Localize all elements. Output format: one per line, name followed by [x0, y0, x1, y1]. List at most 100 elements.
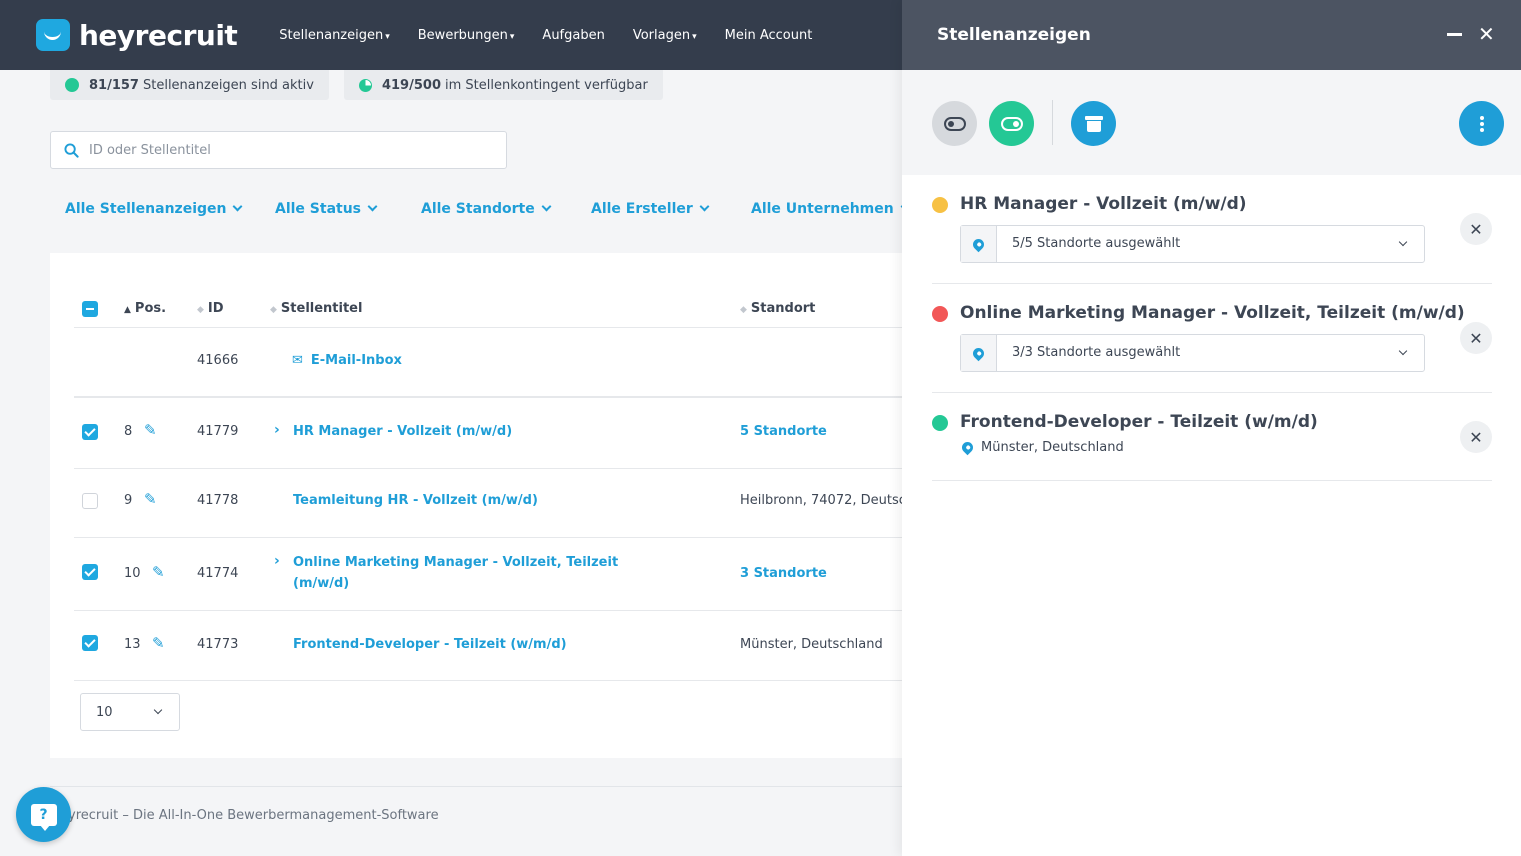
close-icon: ✕: [1469, 328, 1483, 348]
inbox-row: 41666 ✉ E-Mail-Inbox: [74, 328, 902, 398]
active-dot-icon: [65, 78, 79, 92]
map-pin-icon: [970, 345, 987, 361]
status-dot: [932, 197, 948, 213]
chevron-down-icon: [367, 201, 378, 212]
single-location: Münster, Deutschland: [959, 439, 1124, 456]
location-pin-box: [961, 335, 997, 371]
row-checkbox[interactable]: [82, 424, 98, 440]
nav-bewerbungen[interactable]: Bewerbungen ▾: [418, 28, 515, 43]
col-title[interactable]: ◆ Stellentitel: [270, 301, 362, 316]
page-size-select[interactable]: 10: [80, 693, 180, 731]
edit-pencil-icon[interactable]: ✎: [152, 634, 165, 652]
select-all-checkbox[interactable]: [82, 301, 98, 317]
chevron-down-icon: ▾: [692, 31, 697, 42]
selected-job-item: HR Manager - Vollzeit (m/w/d) 5/5 Stando…: [932, 175, 1492, 284]
row-checkbox[interactable]: [82, 635, 98, 651]
chevron-down-icon: [233, 201, 243, 212]
job-title-link-cont[interactable]: (m/w/d): [293, 576, 349, 591]
close-icon[interactable]: ✕: [1478, 24, 1495, 44]
row-checkbox[interactable]: [82, 493, 98, 509]
close-icon: ✕: [1469, 219, 1483, 239]
table-row[interactable]: 13 ✎ 41773 Frontend-Developer - Teilzeit…: [74, 611, 902, 681]
toggle-off-icon: [943, 116, 966, 131]
nav-mein-account[interactable]: Mein Account: [725, 28, 813, 43]
location-text: Heilbronn, 74072, Deutsc: [740, 493, 902, 508]
logo[interactable]: heyrecruit: [36, 19, 238, 52]
nav-vorlagen[interactable]: Vorlagen ▾: [633, 28, 697, 43]
top-navbar: heyrecruit Stellenanzeigen ▾ Bewerbungen ▾…: [0, 0, 902, 70]
locations-link[interactable]: 3 Standorte: [740, 566, 827, 581]
selected-job-item: Frontend-Developer - Teilzeit (w/m/d) Mü…: [932, 393, 1492, 481]
close-icon: ✕: [1469, 427, 1483, 447]
quota-stat: 419/500 im Stellenkontingent verfügbar: [343, 70, 663, 100]
stats-bar: 81/157 Stellenanzeigen sind aktiv 419/50…: [50, 70, 678, 100]
filter-standorte[interactable]: Alle Standorte: [421, 201, 591, 217]
toolbar-divider: [1052, 100, 1053, 145]
map-pin-icon: [970, 236, 987, 252]
filter-ersteller[interactable]: Alle Ersteller: [591, 201, 751, 217]
sort-icon: ◆: [270, 305, 277, 315]
sort-asc-icon: ▲: [124, 305, 131, 315]
active-jobs-stat: 81/157 Stellenanzeigen sind aktiv: [50, 70, 329, 100]
remove-item-button[interactable]: ✕: [1460, 322, 1492, 354]
minimize-icon[interactable]: [1447, 26, 1462, 41]
remove-item-button[interactable]: ✕: [1460, 421, 1492, 453]
chevron-down-icon: [153, 705, 163, 715]
row-checkbox[interactable]: [82, 564, 98, 580]
help-button[interactable]: ?: [16, 787, 71, 842]
selected-job-title: HR Manager - Vollzeit (m/w/d): [960, 194, 1247, 214]
table-row[interactable]: 9 ✎ 41778 Teamleitung HR - Vollzeit (m/w…: [74, 469, 902, 538]
toggle-on-icon: [1000, 116, 1023, 131]
filter-stellenanzeigen[interactable]: Alle Stellenanzeigen: [65, 201, 275, 217]
chevron-down-icon: [1398, 237, 1408, 247]
edit-pencil-icon[interactable]: ✎: [144, 421, 157, 439]
filter-status[interactable]: Alle Status: [275, 201, 421, 217]
more-options-button[interactable]: [1459, 101, 1504, 146]
panel-title: Stellenanzeigen: [937, 25, 1091, 45]
remove-item-button[interactable]: ✕: [1460, 213, 1492, 245]
search-input[interactable]: [89, 142, 469, 158]
logo-chat-icon: [36, 19, 70, 51]
status-dot: [932, 306, 948, 322]
expand-chevron-icon[interactable]: ›: [274, 422, 280, 438]
job-title-link[interactable]: Frontend-Developer - Teilzeit (w/m/d): [293, 637, 567, 652]
footer-text: yrecruit – Die All-In-One Bewerbermanage…: [68, 808, 439, 823]
job-title-link[interactable]: HR Manager - Vollzeit (m/w/d): [293, 424, 512, 439]
selected-job-title: Frontend-Developer - Teilzeit (w/m/d): [960, 412, 1318, 432]
envelope-icon: ✉: [292, 353, 303, 368]
location-pin-box: [961, 226, 997, 262]
chevron-down-icon: ▾: [509, 31, 515, 42]
location-select[interactable]: 5/5 Standorte ausgewählt: [960, 225, 1425, 263]
job-title-link[interactable]: Online Marketing Manager - Vollzeit, Tei…: [293, 555, 618, 570]
search-box: [50, 131, 507, 169]
nav-stellenanzeigen[interactable]: Stellenanzeigen ▾: [279, 28, 389, 43]
table-row[interactable]: 10 ✎ 41774 › Online Marketing Manager - …: [74, 538, 902, 611]
filter-unternehmen[interactable]: Alle Unternehmen: [751, 201, 911, 217]
email-inbox-link[interactable]: ✉ E-Mail-Inbox: [292, 353, 402, 368]
job-title-link[interactable]: Teamleitung HR - Vollzeit (m/w/d): [293, 493, 538, 508]
col-location[interactable]: ◆ Standort: [740, 301, 815, 316]
chevron-down-icon: ▾: [385, 31, 390, 42]
jobs-table-card: ▲ Pos. ◆ ID ◆ Stellentitel ◆ Standort 41666 …: [50, 253, 902, 758]
col-id[interactable]: ◆ ID: [197, 301, 224, 316]
selected-job-title: Online Marketing Manager - Vollzeit, Tei…: [960, 303, 1465, 323]
archive-button[interactable]: [1071, 101, 1116, 146]
edit-pencil-icon[interactable]: ✎: [144, 490, 157, 508]
archive-icon: [1084, 115, 1103, 132]
locations-link[interactable]: 5 Standorte: [740, 424, 827, 439]
filter-bar: Alle Stellenanzeigen Alle Status Alle St…: [65, 201, 911, 217]
col-pos[interactable]: ▲ Pos.: [124, 301, 166, 316]
panel-toolbar: [902, 70, 1521, 175]
selection-panel: Stellenanzeigen ✕ HR Manager - Vollzeit …: [902, 0, 1521, 856]
edit-pencil-icon[interactable]: ✎: [152, 563, 165, 581]
nav-aufgaben[interactable]: Aufgaben: [542, 28, 604, 43]
expand-chevron-icon[interactable]: ›: [274, 553, 280, 569]
chevron-down-icon: [699, 201, 710, 212]
activate-button[interactable]: [989, 101, 1034, 146]
chevron-down-icon: [1398, 346, 1408, 356]
panel-header: Stellenanzeigen ✕: [902, 0, 1521, 70]
chevron-down-icon: [541, 201, 552, 212]
table-row[interactable]: 8 ✎ 41779 › HR Manager - Vollzeit (m/w/d…: [74, 399, 902, 469]
location-select[interactable]: 3/3 Standorte ausgewählt: [960, 334, 1425, 372]
deactivate-button[interactable]: [932, 101, 977, 146]
